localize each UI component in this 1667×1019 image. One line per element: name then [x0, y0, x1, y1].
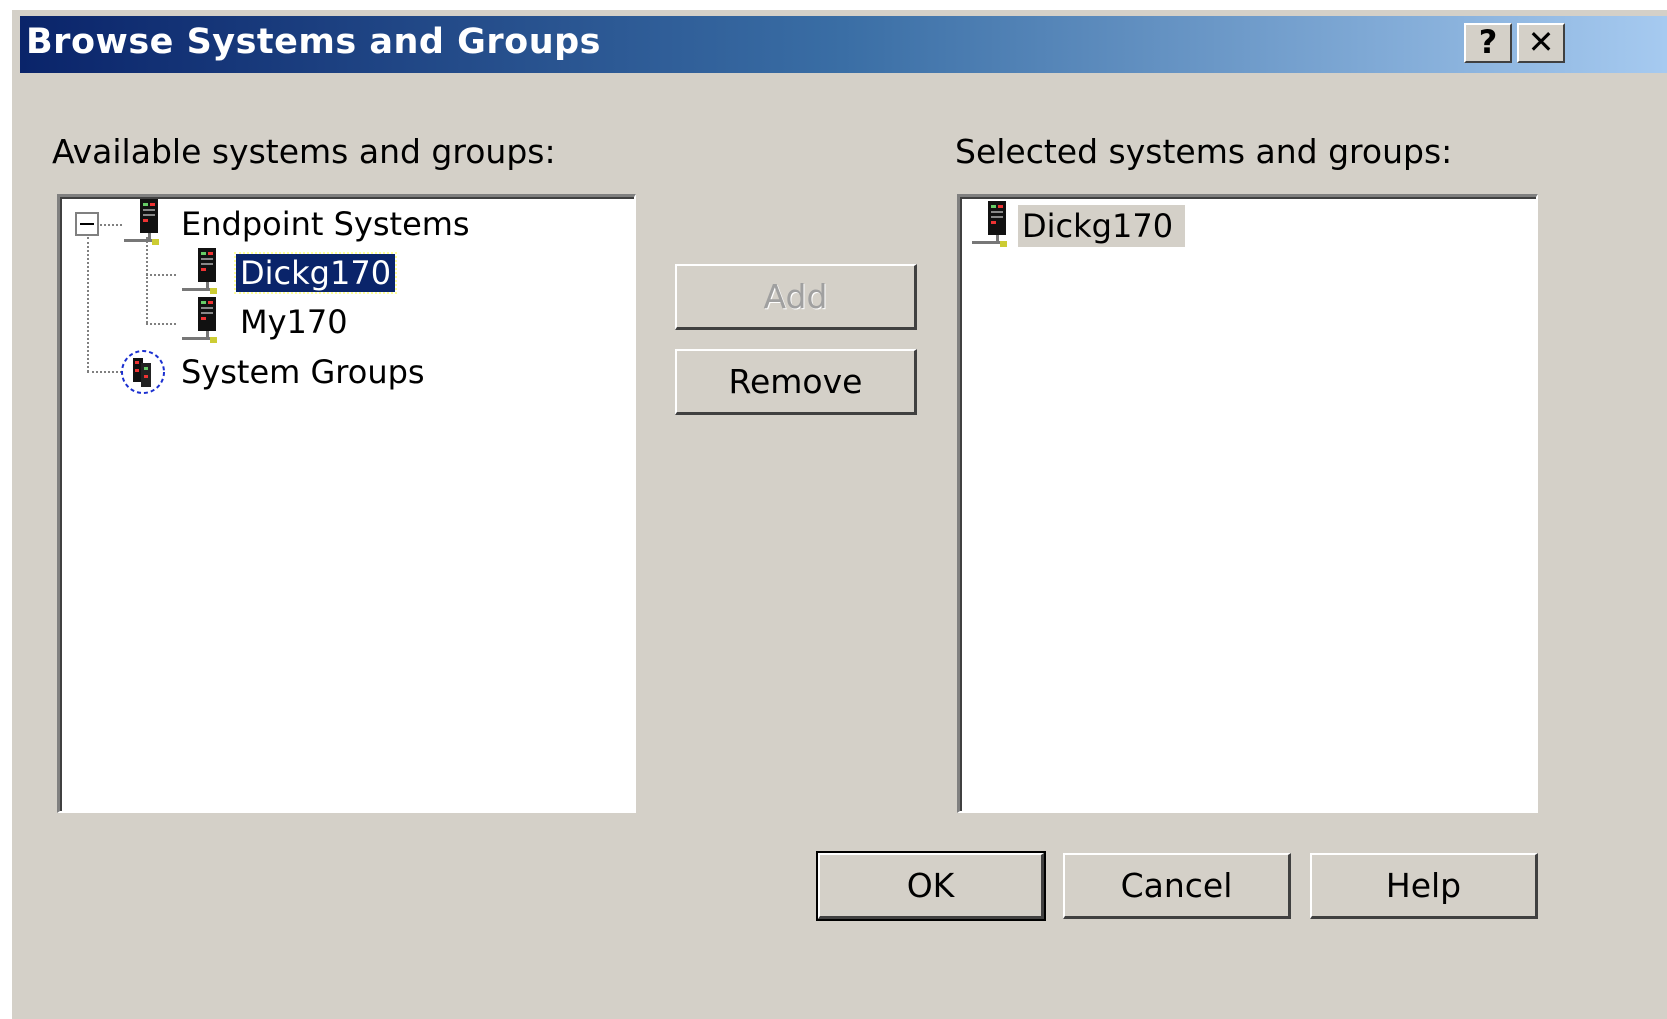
- cancel-button[interactable]: Cancel: [1063, 853, 1291, 919]
- tree-connector: [146, 237, 148, 323]
- server-icon: [124, 199, 159, 245]
- tree-item-dickg170[interactable]: Dickg170: [233, 252, 398, 294]
- available-label: Available systems and groups:: [52, 132, 556, 171]
- title-bar[interactable]: Browse Systems and Groups ? ✕: [20, 16, 1667, 73]
- tree-connector: [100, 224, 122, 226]
- tree-item-my170[interactable]: My170: [240, 303, 348, 341]
- add-button[interactable]: Add: [675, 264, 917, 330]
- selected-item-dickg170[interactable]: Dickg170: [1018, 205, 1186, 247]
- server-icon: [972, 201, 1007, 247]
- collapse-toggle-icon[interactable]: [75, 212, 99, 236]
- tree-connector: [146, 323, 176, 325]
- tree-connector: [146, 274, 176, 276]
- dialog-title: Browse Systems and Groups: [26, 22, 601, 62]
- help-title-button[interactable]: ?: [1464, 23, 1512, 63]
- selected-list[interactable]: Dickg170: [957, 194, 1538, 813]
- browse-dialog: Browse Systems and Groups ? ✕ Available …: [10, 8, 1667, 1019]
- selected-label: Selected systems and groups:: [955, 132, 1453, 171]
- server-icon: [182, 248, 217, 294]
- tree-connector: [87, 237, 89, 372]
- system-group-icon: [121, 350, 165, 394]
- help-button[interactable]: Help: [1310, 853, 1538, 919]
- tree-connector: [87, 371, 122, 373]
- server-icon: [182, 297, 217, 343]
- close-button[interactable]: ✕: [1517, 23, 1565, 63]
- remove-button[interactable]: Remove: [675, 349, 917, 415]
- tree-item-endpoint-systems[interactable]: Endpoint Systems: [181, 205, 470, 243]
- available-tree[interactable]: Endpoint Systems Dickg170 My170 System G…: [57, 194, 636, 813]
- tree-item-system-groups[interactable]: System Groups: [181, 353, 425, 391]
- ok-button[interactable]: OK: [816, 851, 1046, 921]
